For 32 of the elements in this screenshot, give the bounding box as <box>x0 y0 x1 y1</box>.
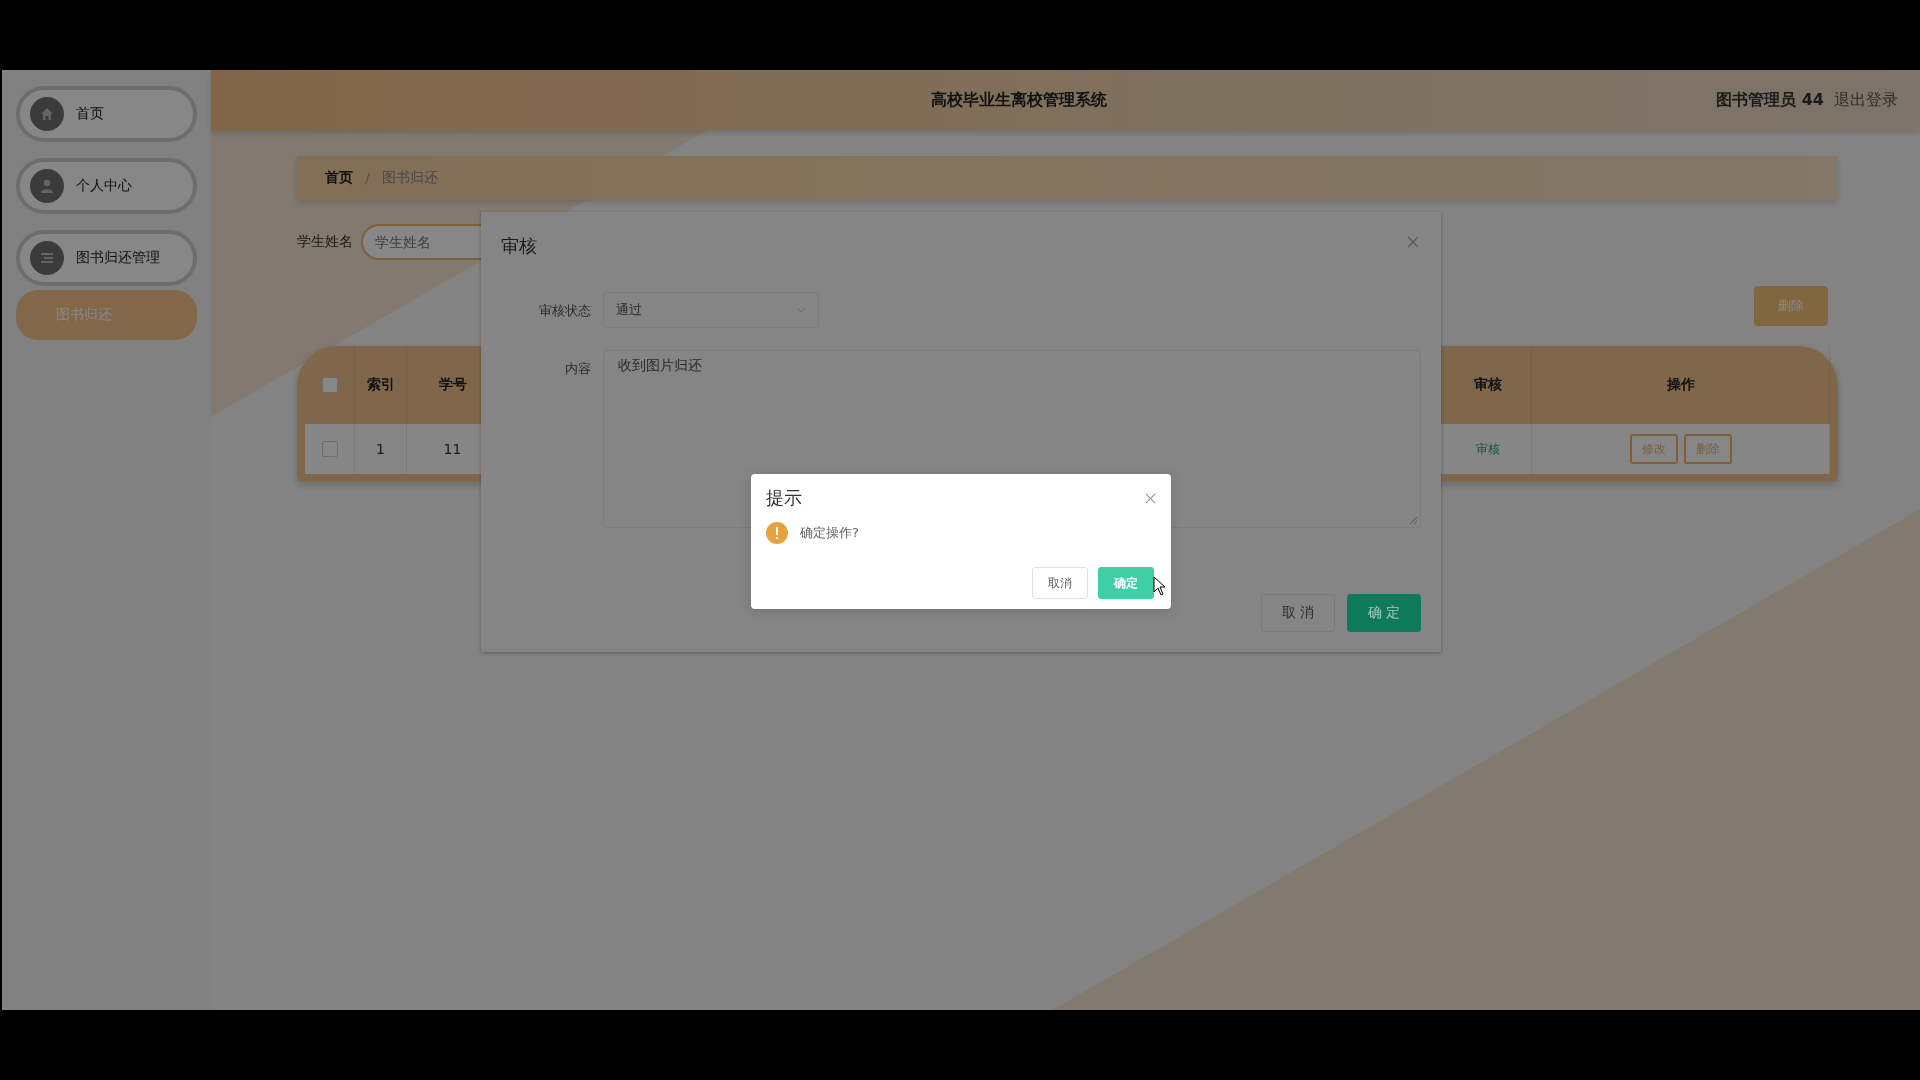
sidebar-item[interactable]: 首页 <box>16 86 197 142</box>
search-label: 学生姓名 <box>297 233 353 251</box>
user-icon <box>30 169 64 203</box>
sidebar-item[interactable]: 图书归还管理 <box>16 230 197 286</box>
chevron-down-icon <box>796 307 806 313</box>
review-link[interactable]: 审核 <box>1475 440 1500 458</box>
home-icon <box>30 97 64 131</box>
breadcrumb-item: 图书归还 <box>381 169 438 187</box>
warning-icon <box>766 522 788 544</box>
message-title: 提示 <box>766 486 802 510</box>
sidebar-item[interactable]: 个人中心 <box>16 158 197 214</box>
resize-grip-icon[interactable] <box>1408 515 1418 525</box>
table-cell: 1 <box>355 424 407 474</box>
confirm-button[interactable]: 确 定 <box>1347 594 1421 632</box>
status-select[interactable]: 通过 <box>603 292 819 328</box>
field-label: 内容 <box>564 360 591 378</box>
close-icon[interactable] <box>1145 492 1156 504</box>
row-checkbox[interactable] <box>321 441 338 457</box>
select-all-checkbox[interactable] <box>321 377 338 393</box>
list-icon <box>30 241 64 275</box>
field-label: 审核状态 <box>538 302 591 320</box>
cursor-icon <box>1153 576 1167 596</box>
dialog-title: 审核 <box>501 234 537 258</box>
confirm-button[interactable]: 确定 <box>1098 567 1154 599</box>
user-name: 图书管理员 44 <box>1716 89 1824 111</box>
breadcrumb-separator: / <box>365 170 370 186</box>
close-icon[interactable] <box>1407 236 1419 248</box>
system-title: 高校毕业生离校管理系统 <box>929 89 1108 111</box>
cancel-button[interactable]: 取 消 <box>1261 594 1335 632</box>
cancel-button[interactable]: 取消 <box>1032 567 1088 599</box>
logout-link[interactable]: 退出登录 <box>1834 89 1898 111</box>
breadcrumb-item[interactable]: 首页 <box>325 169 353 187</box>
